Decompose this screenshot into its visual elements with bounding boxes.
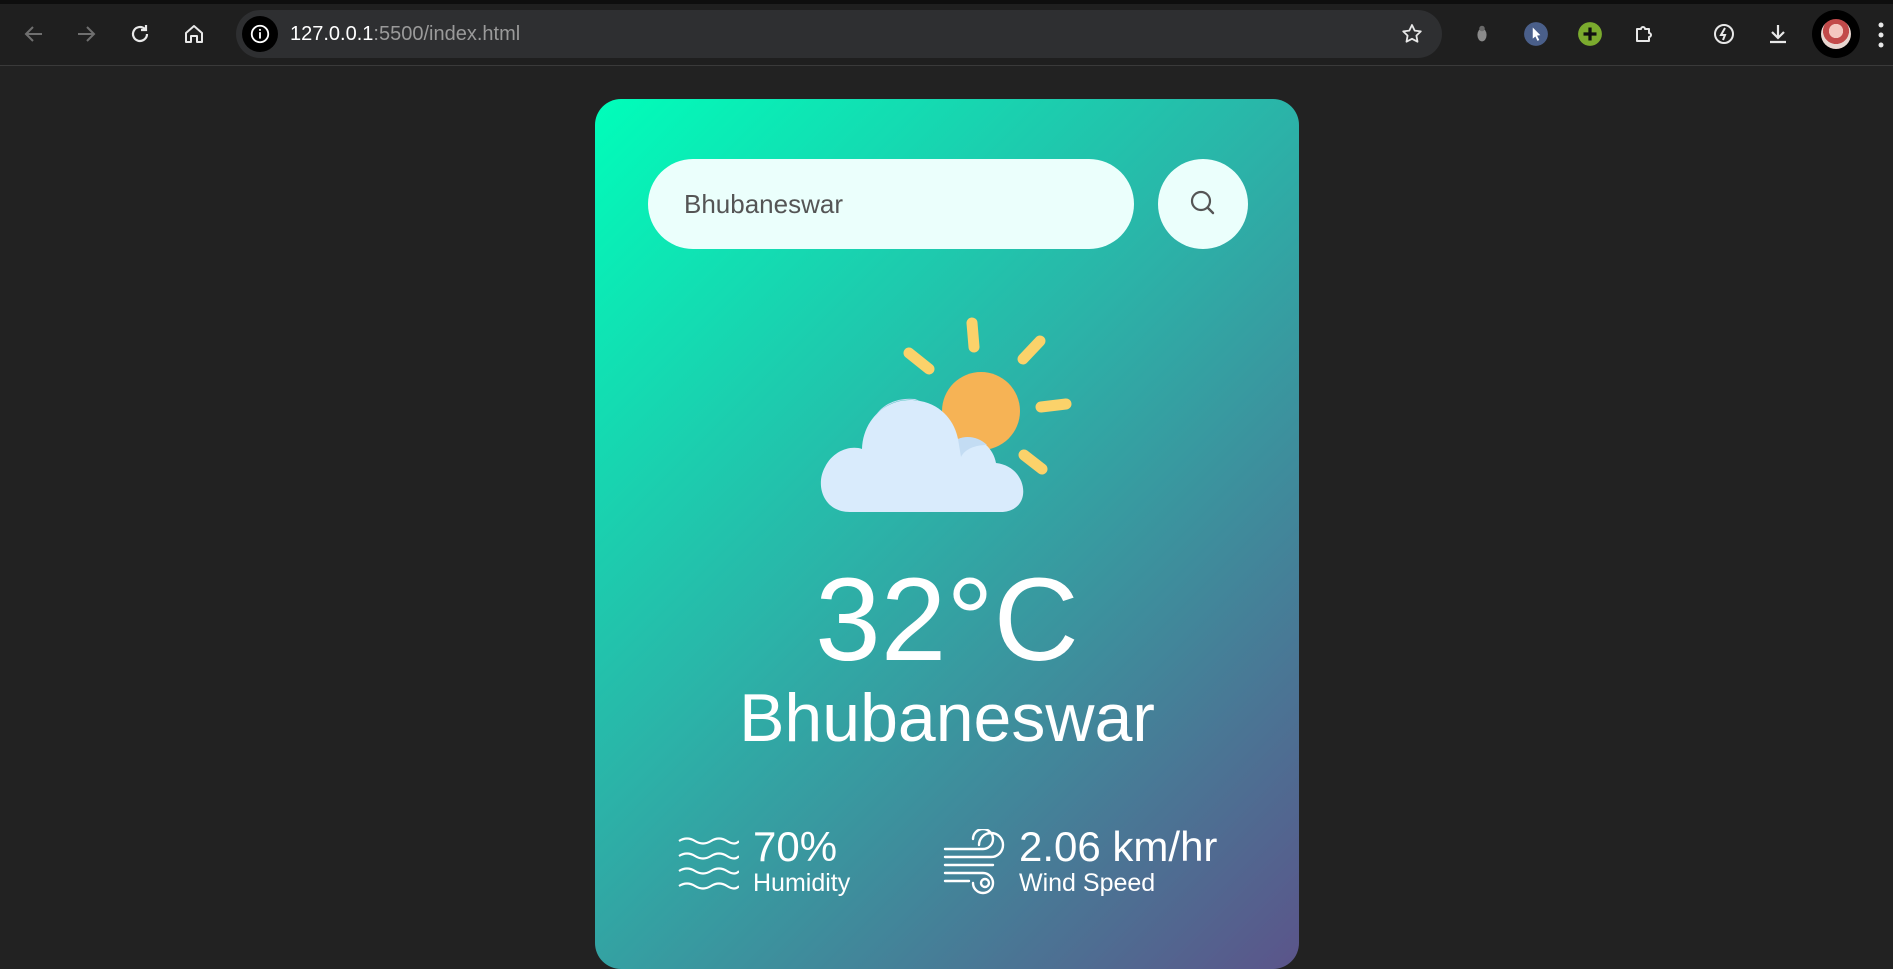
site-info-button[interactable]: [242, 16, 278, 52]
arrow-left-icon: [24, 26, 42, 42]
extensions-button[interactable]: [1626, 16, 1662, 52]
city-name: Bhubaneswar: [739, 680, 1155, 756]
forward-button[interactable]: [66, 14, 106, 54]
plus-circle-icon: [1578, 22, 1602, 46]
extension-cursor-button[interactable]: [1518, 16, 1554, 52]
profile-avatar[interactable]: [1812, 10, 1860, 58]
partly-cloudy-icon: [820, 317, 1072, 512]
wind-speed-value: 2.06 km/hr: [1019, 823, 1218, 870]
wind-icon: [943, 829, 1005, 895]
kebab-menu-icon[interactable]: [1876, 20, 1886, 50]
humidity-value: 70%: [753, 823, 838, 870]
download-icon: [1770, 25, 1786, 44]
address-bar[interactable]: 127.0.0.1:5500/index.html: [236, 10, 1442, 58]
url-host: 127.0.0.1: [290, 23, 374, 45]
home-button[interactable]: [174, 14, 214, 54]
star-icon: [1402, 24, 1422, 43]
humidity-label: Humidity: [753, 869, 851, 897]
downloads-button[interactable]: [1760, 16, 1796, 52]
city-search-input[interactable]: [648, 159, 1134, 249]
avatar-image: [1821, 19, 1851, 49]
info-icon: [250, 24, 270, 44]
performance-button[interactable]: [1706, 16, 1742, 52]
browser-toolbar: 127.0.0.1:5500/index.html: [0, 0, 1893, 66]
url-path: :5500/index.html: [373, 23, 521, 45]
weather-card: 32°C Bhubaneswar 70% Humidity 2.06 km/hr…: [595, 99, 1299, 969]
search-button[interactable]: [1158, 159, 1248, 249]
extension-plus-button[interactable]: [1572, 16, 1608, 52]
search-icon: [1190, 190, 1215, 215]
leaf-icon: [1714, 24, 1734, 44]
reload-button[interactable]: [120, 14, 160, 54]
arrow-right-icon: [78, 26, 96, 42]
puzzle-icon: [1636, 26, 1652, 42]
url-text[interactable]: 127.0.0.1:5500/index.html: [290, 23, 520, 46]
reload-icon: [131, 25, 149, 43]
home-icon: [185, 25, 203, 43]
extension-bug-button[interactable]: [1464, 16, 1500, 52]
bookmark-button[interactable]: [1398, 20, 1426, 48]
cursor-icon: [1524, 22, 1548, 46]
temperature-display: 32°C: [815, 554, 1079, 686]
humidity-icon: [678, 837, 739, 890]
back-button[interactable]: [14, 14, 54, 54]
wind-speed-label: Wind Speed: [1019, 869, 1156, 897]
bug-icon: [1477, 25, 1487, 42]
